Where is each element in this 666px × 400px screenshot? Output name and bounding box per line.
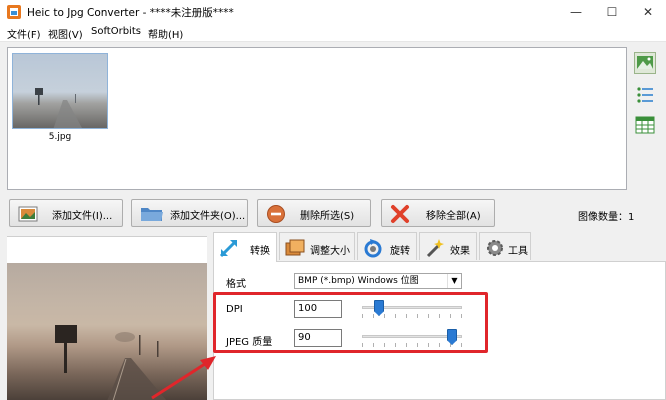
tab-convert-label: 转换	[250, 246, 270, 257]
format-label: 格式	[226, 279, 246, 290]
add-file-label: 添加文件(I)...	[52, 211, 113, 222]
menu-softorbits[interactable]: SoftOrbits	[91, 26, 141, 37]
remove-all-label: 移除全部(A)	[426, 211, 481, 222]
convert-arrows-icon	[219, 239, 238, 258]
minimize-button[interactable]: —	[558, 0, 594, 24]
gear-icon	[487, 240, 503, 256]
tab-rotate-label: 旋转	[390, 246, 410, 257]
tab-resize-label: 调整大小	[310, 246, 350, 257]
remove-all-button[interactable]: 移除全部(A)	[381, 199, 495, 227]
tab-tools-label: 工具	[508, 246, 528, 257]
tab-effects[interactable]: 效果	[419, 232, 477, 260]
menu-view[interactable]: 视图(V)	[48, 26, 83, 41]
format-select[interactable]: BMP (*.bmp) Windows 位图 ▼	[294, 273, 462, 289]
add-file-button[interactable]: 添加文件(I)...	[9, 199, 123, 227]
menu-bar: 文件(F) 视图(V) SoftOrbits 帮助(H)	[0, 24, 666, 42]
menu-file[interactable]: 文件(F)	[7, 26, 41, 41]
remove-x-icon	[391, 205, 409, 223]
tab-rotate[interactable]: 旋转	[357, 232, 417, 260]
image-icon	[18, 206, 38, 222]
format-value: BMP (*.bmp) Windows 位图	[298, 276, 419, 286]
close-button[interactable]: ✕	[630, 0, 666, 24]
table-view-icon[interactable]	[634, 114, 656, 136]
maximize-button[interactable]: ☐	[594, 0, 630, 24]
window-title: Heic to Jpg Converter - ****未注册版****	[27, 7, 234, 19]
tab-effects-label: 效果	[450, 246, 470, 257]
image-count: 图像数量：1	[578, 212, 635, 223]
list-view-icon[interactable]	[634, 84, 656, 106]
thumbnail-panel[interactable]: 5.jpg	[7, 47, 627, 190]
resize-icon	[285, 239, 305, 256]
highlight-box	[213, 292, 488, 353]
delete-selected-label: 删除所选(S)	[300, 211, 355, 222]
tab-convert[interactable]: 转换	[213, 232, 277, 262]
chevron-down-icon[interactable]: ▼	[447, 274, 461, 288]
thumbnail-image[interactable]	[12, 53, 108, 129]
add-folder-label: 添加文件夹(O)...	[170, 211, 246, 222]
title-bar: Heic to Jpg Converter - ****未注册版**** — ☐…	[0, 0, 666, 24]
tab-tools[interactable]: 工具	[479, 232, 531, 260]
folder-icon	[141, 208, 163, 221]
menu-help[interactable]: 帮助(H)	[148, 26, 183, 41]
delete-selected-button[interactable]: 删除所选(S)	[257, 199, 371, 227]
tab-resize[interactable]: 调整大小	[279, 232, 355, 260]
rotate-icon	[364, 239, 382, 258]
delete-icon	[267, 205, 285, 223]
thumbnail-caption: 5.jpg	[48, 132, 72, 142]
annotation-arrow-icon	[151, 356, 216, 400]
app-icon	[7, 5, 21, 19]
thumbnail-view-icon[interactable]	[634, 52, 656, 74]
magic-wand-icon	[426, 239, 444, 258]
add-folder-button[interactable]: 添加文件夹(O)...	[131, 199, 248, 227]
